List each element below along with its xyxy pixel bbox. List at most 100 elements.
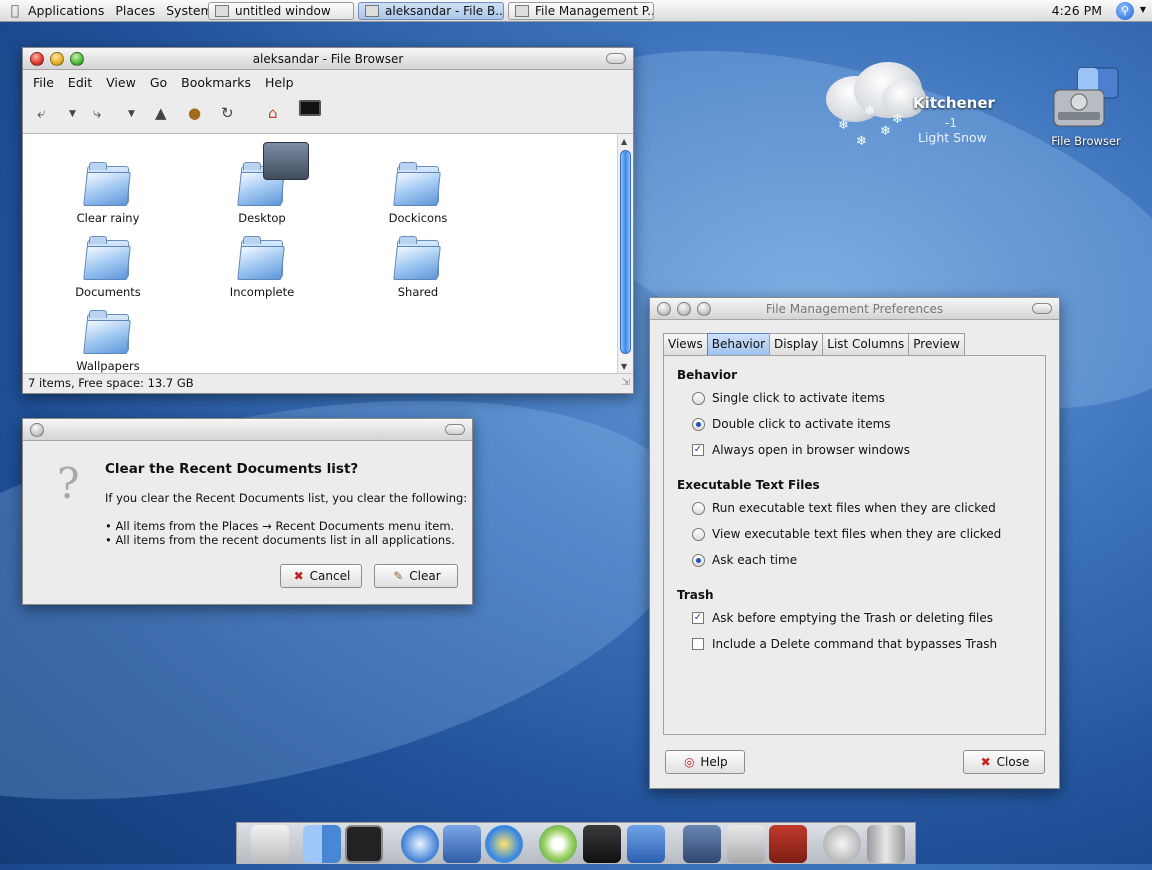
preferences-titlebar[interactable]: File Management Preferences	[650, 298, 1059, 320]
chevron-down-icon[interactable]: ▼	[69, 109, 76, 119]
chevron-down-icon[interactable]: ▼	[1140, 5, 1146, 14]
ask-each-time-radio[interactable]: Ask each time	[692, 553, 797, 567]
dialog-message: If you clear the Recent Documents list, …	[105, 491, 468, 505]
itunes-icon[interactable]	[539, 825, 577, 863]
maximize-window-button[interactable]	[70, 52, 84, 66]
folder-item[interactable]: Shared	[363, 236, 473, 299]
folder-item[interactable]: Documents	[53, 236, 163, 299]
mail-at-icon[interactable]	[823, 825, 861, 863]
ichat-icon[interactable]	[485, 825, 523, 863]
view-executable-radio[interactable]: View executable text files when they are…	[692, 527, 1001, 541]
stop-icon[interactable]: ●	[188, 104, 201, 122]
reload-icon[interactable]: ↻	[221, 104, 234, 122]
menu-edit[interactable]: Edit	[68, 75, 92, 90]
button-label: Cancel	[309, 569, 351, 583]
folder-item[interactable]: Incomplete	[207, 236, 317, 299]
folder-icon	[393, 236, 441, 280]
close-window-button[interactable]	[657, 302, 671, 316]
file-view[interactable]: Clear rainy Desktop Dockicons Documents …	[23, 134, 617, 374]
minimize-window-button[interactable]	[50, 52, 64, 66]
help-button[interactable]: ◎ Help	[665, 750, 745, 774]
taskbar-label: aleksandar - File B...	[385, 4, 504, 18]
network-icon[interactable]	[683, 825, 721, 863]
clear-button[interactable]: ✎ Clear	[374, 564, 458, 588]
tab-behavior[interactable]: Behavior	[706, 333, 771, 355]
menu-go[interactable]: Go	[150, 75, 167, 90]
system-prefs-icon[interactable]	[251, 825, 289, 863]
folder-item[interactable]: Desktop	[207, 142, 317, 225]
scroll-up-icon[interactable]: ▲	[621, 137, 627, 146]
double-click-radio[interactable]: Double click to activate items	[692, 417, 891, 431]
file-browser-titlebar[interactable]: aleksandar - File Browser	[23, 48, 633, 70]
up-arrow-icon[interactable]: ▲	[155, 104, 167, 122]
section-heading: Trash	[677, 588, 714, 602]
vertical-scrollbar[interactable]: ▲ ▼	[617, 134, 633, 374]
resize-grip-icon[interactable]: ⇲	[622, 373, 630, 392]
radio-indicator	[692, 553, 705, 567]
folder-label: Documents	[75, 285, 141, 299]
text-editor-icon[interactable]	[727, 825, 765, 863]
apple-menu-icon[interactable]: 	[8, 3, 22, 19]
folder-item[interactable]: Dockicons	[363, 162, 473, 225]
toolbar-toggle-button[interactable]	[445, 424, 465, 435]
finder-icon[interactable]	[303, 825, 341, 863]
dialog-heading: Clear the Recent Documents list?	[105, 461, 359, 477]
menu-applications[interactable]: Applications	[28, 3, 104, 18]
menu-bookmarks[interactable]: Bookmarks	[181, 75, 251, 90]
clock[interactable]: 4:26 PM	[1052, 3, 1102, 18]
trash-icon[interactable]	[867, 825, 905, 863]
checkmark-icon: ✓	[692, 444, 704, 456]
menu-system[interactable]: System	[166, 3, 213, 18]
run-executable-radio[interactable]: Run executable text files when they are …	[692, 501, 996, 515]
include-delete-checkbox[interactable]: Include a Delete command that bypasses T…	[692, 637, 997, 651]
single-click-radio[interactable]: Single click to activate items	[692, 391, 885, 405]
scroll-down-icon[interactable]: ▼	[621, 362, 627, 371]
computer-icon[interactable]	[299, 100, 321, 120]
back-icon[interactable]: ⤶	[37, 104, 45, 122]
checkbox-empty	[692, 638, 704, 650]
safari-icon[interactable]	[401, 825, 439, 863]
terminal-icon[interactable]	[345, 825, 383, 863]
folder-item[interactable]: Clear rainy	[53, 162, 163, 225]
tab-views[interactable]: Views	[663, 333, 708, 355]
tab-display[interactable]: Display	[769, 333, 824, 355]
desktop-icon-file-browser[interactable]: File Browser	[1050, 66, 1122, 156]
taskbar-item-file-management[interactable]: File Management P...	[508, 2, 654, 20]
close-button[interactable]: ✖ Close	[963, 750, 1045, 774]
tab-preview[interactable]: Preview	[908, 333, 965, 355]
menu-help[interactable]: Help	[265, 75, 294, 90]
imovie-icon[interactable]	[583, 825, 621, 863]
file-browser-menubar: File Edit View Go Bookmarks Help	[23, 70, 633, 94]
tab-list-columns[interactable]: List Columns	[822, 333, 910, 355]
dictionary-icon[interactable]	[769, 825, 807, 863]
behavior-panel: Behavior Single click to activate items …	[663, 355, 1046, 735]
home-icon[interactable]: ⌂	[268, 104, 278, 122]
taskbar-item-file-browser[interactable]: aleksandar - File B...	[358, 2, 504, 20]
chevron-down-icon[interactable]: ▼	[128, 109, 135, 119]
taskbar-item-untitled-window[interactable]: untitled window	[208, 2, 354, 20]
forward-icon[interactable]: ⤷	[93, 104, 101, 122]
cancel-button[interactable]: ✖ Cancel	[280, 564, 362, 588]
scrollbar-thumb[interactable]	[620, 150, 631, 354]
always-open-checkbox[interactable]: ✓ Always open in browser windows	[692, 443, 910, 457]
weather-widget[interactable]: ❄ ❄ ❄ ❄ ❄ Kitchener -1 Light Snow	[820, 60, 1000, 160]
close-window-button[interactable]	[30, 423, 44, 437]
toolbar-toggle-button[interactable]	[606, 53, 626, 64]
toolbar-toggle-button[interactable]	[1032, 303, 1052, 314]
mail-icon[interactable]	[443, 825, 481, 863]
ask-before-emptying-checkbox[interactable]: ✓ Ask before emptying the Trash or deleti…	[692, 611, 993, 625]
taskbar-label: File Management P...	[535, 4, 654, 18]
iphoto-icon[interactable]	[627, 825, 665, 863]
folder-icon	[83, 310, 131, 354]
menu-file[interactable]: File	[33, 75, 54, 90]
close-window-button[interactable]	[30, 52, 44, 66]
dialog-bullet: • All items from the recent documents li…	[105, 533, 455, 547]
tab-bar: Views Behavior Display List Columns Prev…	[663, 333, 965, 355]
menu-places[interactable]: Places	[115, 3, 155, 18]
folder-item[interactable]: Wallpapers	[53, 310, 163, 373]
menu-view[interactable]: View	[106, 75, 136, 90]
maximize-window-button[interactable]	[697, 302, 711, 316]
dialog-titlebar[interactable]	[23, 419, 472, 441]
search-icon[interactable]: ⚲	[1116, 2, 1134, 20]
minimize-window-button[interactable]	[677, 302, 691, 316]
